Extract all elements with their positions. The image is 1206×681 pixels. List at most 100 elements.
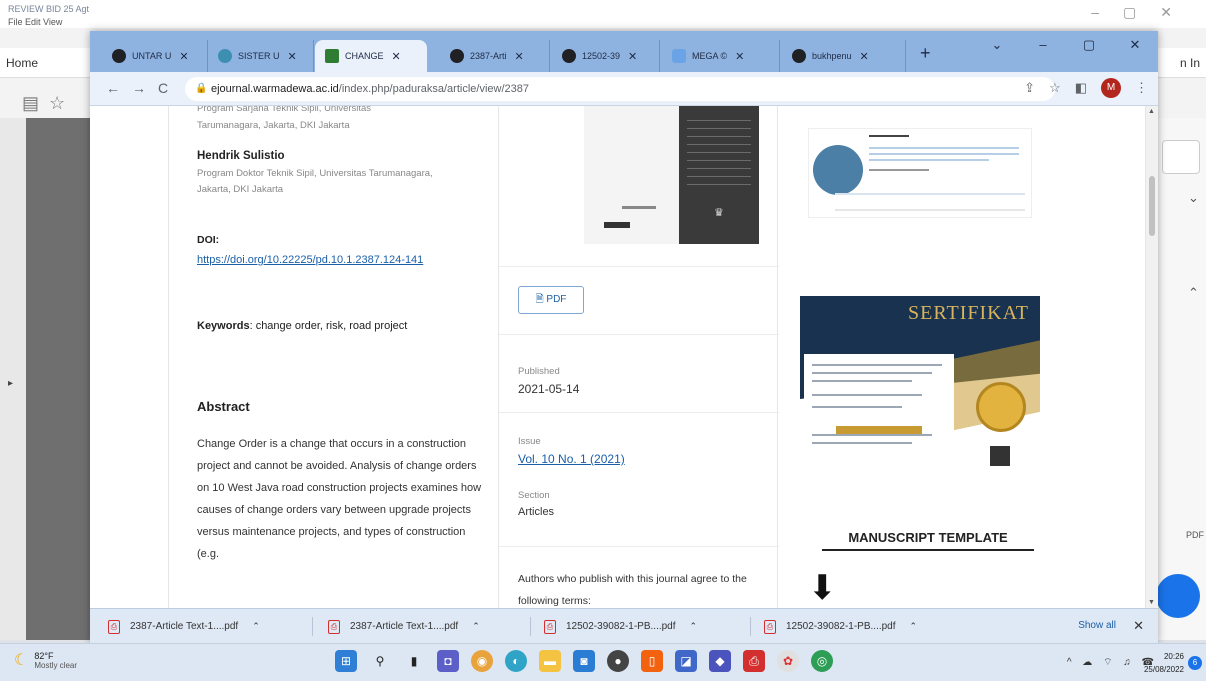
background-action-button[interactable] (1156, 574, 1200, 618)
close-icon[interactable]: ✕ (735, 50, 744, 63)
url-host: ejournal.warmadewa.ac.id (211, 83, 339, 95)
pdf-file-icon: ⎙ (764, 619, 776, 634)
close-icon[interactable]: ✕ (860, 50, 869, 63)
close-icon[interactable]: ✕ (179, 50, 188, 63)
index-data-row (835, 209, 1025, 211)
pdf-download-button[interactable]: 🗎 PDF (518, 286, 584, 314)
expand-panel-icon[interactable]: ▸ (8, 378, 13, 389)
page-scrollbar[interactable]: ▲ ▼ (1146, 106, 1158, 608)
forward-button[interactable]: → (132, 80, 146, 96)
certificate-image[interactable]: SERTIFIKAT (800, 296, 1040, 470)
background-home-tab[interactable]: Home (6, 56, 38, 70)
tab-change-active[interactable]: CHANGE ✕ (315, 40, 427, 72)
cover-text-line (687, 184, 751, 185)
search-icon[interactable]: ⚲ (369, 650, 391, 672)
teams-icon[interactable]: ◆ (709, 650, 731, 672)
share-icon[interactable]: ⇪ (1024, 80, 1035, 96)
store-icon[interactable]: ◙ (573, 650, 595, 672)
close-downloads-icon[interactable]: ✕ (1133, 618, 1144, 634)
scroll-thumb[interactable] (1149, 176, 1155, 236)
download-item[interactable]: ⎙ 12502-39082-1-PB....pdf ⌃ (764, 609, 917, 643)
index-text-line (869, 153, 1019, 155)
close-icon[interactable]: ✕ (288, 50, 297, 63)
tab-2387-article[interactable]: 2387-Arti ✕ (440, 40, 550, 72)
download-item[interactable]: ⎙ 2387-Article Text-1....pdf ⌃ (328, 609, 480, 643)
tab-bukupenu[interactable]: bukhpenu ✕ (782, 40, 906, 72)
download-item[interactable]: ⎙ 2387-Article Text-1....pdf ⌃ (108, 609, 260, 643)
minimize-button[interactable]: – (1020, 31, 1066, 61)
manuscript-template-heading: MANUSCRIPT TEMPLATE (822, 530, 1034, 551)
globe-icon (112, 49, 126, 63)
url-input[interactable]: 🔒 ejournal.warmadewa.ac.id/index.php/pad… (185, 77, 1055, 101)
photos-icon[interactable]: ◪ (675, 650, 697, 672)
divider (499, 412, 779, 413)
chrome-icon[interactable]: ◎ (811, 650, 833, 672)
close-icon[interactable]: ✕ (628, 50, 637, 63)
tab-untar[interactable]: UNTAR U ✕ (102, 40, 208, 72)
close-window-button[interactable]: ✕ (1112, 31, 1158, 61)
background-search-box[interactable] (1162, 140, 1200, 174)
menu-dots-icon[interactable]: ⋮ (1135, 80, 1148, 96)
background-window-controls[interactable]: –▢✕ (1091, 4, 1196, 21)
lock-icon[interactable]: 🔒 (195, 77, 207, 101)
caret-up-icon[interactable]: ⌃ (690, 621, 698, 632)
divider (499, 334, 779, 335)
scroll-up-icon[interactable]: ▲ (1148, 108, 1155, 115)
background-signin[interactable]: n In (1180, 56, 1200, 70)
bookmark-star-icon[interactable]: ☆ (1049, 80, 1061, 96)
download-filename: 2387-Article Text-1....pdf (350, 621, 459, 632)
side-panel-icon[interactable]: ◧ (1075, 80, 1087, 96)
scroll-down-icon[interactable]: ▼ (1148, 599, 1155, 606)
chevron-down-icon[interactable]: ⌄ (1188, 190, 1199, 206)
start-icon[interactable]: ⊞ (335, 650, 357, 672)
cover-text-line (687, 128, 751, 129)
pdf-button-label: PDF (546, 294, 567, 305)
background-toolbar-icons[interactable]: ▤☆ (22, 93, 75, 114)
caret-up-icon[interactable]: ⌃ (472, 621, 480, 632)
close-icon[interactable]: ✕ (392, 50, 401, 63)
tab-strip: UNTAR U ✕ SISTER U ✕ CHANGE ✕ 2387-Arti … (90, 31, 1158, 72)
app-icon[interactable]: ● (607, 650, 629, 672)
qr-code-icon (990, 446, 1010, 466)
pdf-reader-icon[interactable]: ⎙ (743, 650, 765, 672)
index-text-line (869, 159, 989, 161)
clock[interactable]: 20:26 25/08/2022 (1144, 650, 1184, 676)
tab-mega[interactable]: MEGA © ✕ (662, 40, 780, 72)
journal-index-card[interactable] (808, 128, 1032, 218)
edge-browser-icon[interactable]: ◉ (471, 650, 493, 672)
caret-up-icon[interactable]: ⌃ (252, 621, 260, 632)
file-explorer-icon[interactable]: ▬ (539, 650, 561, 672)
affiliation-line: Tarumanagara, Jakarta, DKI Jakarta (197, 120, 350, 131)
notification-badge[interactable]: 6 (1188, 656, 1202, 670)
download-template-icon[interactable]: ⬇ (808, 568, 837, 608)
caret-up-icon[interactable]: ⌃ (910, 621, 918, 632)
office-icon[interactable]: ▯ (641, 650, 663, 672)
cover-barcode-line (622, 206, 656, 209)
paint-icon[interactable]: ✿ (777, 650, 799, 672)
download-item[interactable]: ⎙ 12502-39082-1-PB....pdf ⌃ (544, 609, 697, 643)
tab-sister[interactable]: SISTER U ✕ (208, 40, 314, 72)
new-tab-button[interactable]: + (920, 43, 931, 64)
edge-icon[interactable]: ◐ (505, 650, 527, 672)
show-all-downloads[interactable]: Show all (1078, 620, 1116, 631)
tab-search-icon[interactable]: ⌄ (974, 31, 1020, 61)
issue-link[interactable]: Vol. 10 No. 1 (2021) (518, 452, 625, 466)
tab-label: MEGA © (692, 51, 728, 61)
weather-temperature: 82°F (34, 650, 54, 661)
section-value: Articles (518, 506, 555, 518)
chat-icon[interactable]: ◘ (437, 650, 459, 672)
journal-cover-image[interactable]: ♛ (584, 106, 759, 244)
close-icon[interactable]: ✕ (515, 50, 524, 63)
certificate-text-line (812, 406, 902, 408)
reload-button[interactable]: C (158, 80, 168, 96)
back-button[interactable]: ← (106, 80, 120, 96)
maximize-button[interactable]: ▢ (1066, 31, 1112, 61)
chevron-up-icon[interactable]: ⌃ (1188, 285, 1199, 301)
tab-12502[interactable]: 12502-39 ✕ (552, 40, 660, 72)
profile-avatar[interactable]: M (1101, 78, 1121, 98)
task-view-icon[interactable]: ▮ (403, 650, 425, 672)
weather-widget[interactable]: ☾ 82°F Mostly clear (14, 650, 77, 670)
background-menu[interactable]: File Edit View (8, 17, 62, 27)
affiliation-line: Program Sarjana Teknik Sipil, Universita… (197, 106, 372, 114)
doi-link[interactable]: https://doi.org/10.22225/pd.10.1.2387.12… (197, 252, 467, 268)
